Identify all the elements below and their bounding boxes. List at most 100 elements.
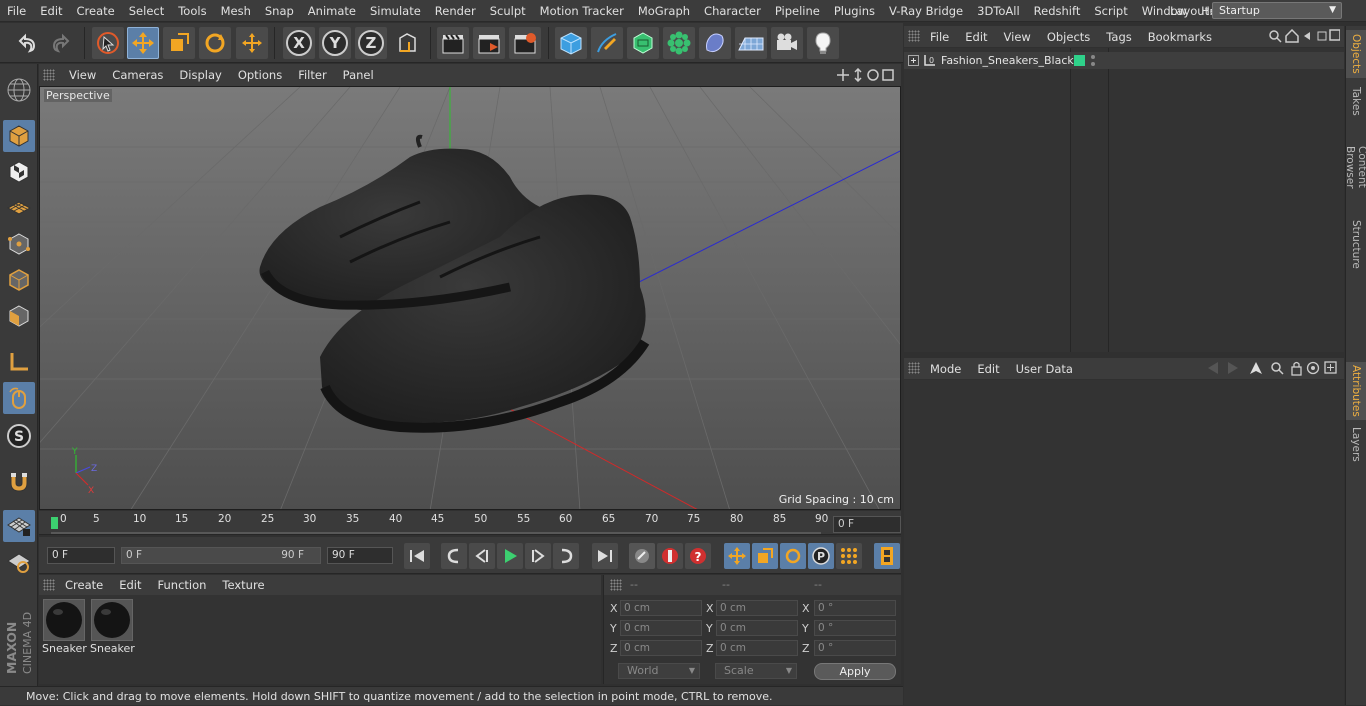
add-spline-pen-button[interactable] [591, 27, 623, 59]
object-menu-tags[interactable]: Tags [1098, 30, 1139, 44]
back-icon[interactable] [1304, 32, 1310, 40]
timeline-window-button[interactable] [874, 543, 900, 569]
locked-workplane-button[interactable] [3, 510, 35, 542]
visibility-dots-icon[interactable] [1090, 54, 1096, 67]
key-scale-button[interactable] [752, 543, 778, 569]
play-button[interactable] [497, 543, 523, 569]
panel-grip-icon[interactable] [610, 579, 622, 591]
scale-tool-button[interactable] [163, 27, 195, 59]
model-mode-button[interactable] [3, 120, 35, 152]
menu-tools[interactable]: Tools [171, 4, 213, 18]
next-frame-button[interactable] [525, 543, 551, 569]
end-frame-field[interactable]: 90 F [327, 547, 393, 564]
add-floor-button[interactable] [735, 27, 767, 59]
attribute-menu-user-data[interactable]: User Data [1008, 362, 1081, 376]
maximize-view-icon[interactable] [882, 69, 894, 81]
viewport-menu-display[interactable]: Display [171, 68, 229, 82]
menu-render[interactable]: Render [428, 4, 483, 18]
menu-edit[interactable]: Edit [33, 4, 69, 18]
menu-vray-bridge[interactable]: V-Ray Bridge [882, 4, 970, 18]
size-mode-select[interactable]: Scale ▼ [715, 663, 797, 679]
tweak-mode-button[interactable] [3, 382, 35, 414]
object-name[interactable]: Fashion_Sneakers_Black [941, 54, 1074, 67]
menu-plugins[interactable]: Plugins [827, 4, 882, 18]
rotation-p-field[interactable]: 0 ° [814, 620, 896, 636]
undo-button[interactable] [10, 27, 42, 59]
tab-content-browser[interactable]: Content Browser [1344, 124, 1366, 210]
x-axis-lock-button[interactable]: X [283, 27, 315, 59]
record-keys-button[interactable] [629, 543, 655, 569]
render-to-picture-viewer-button[interactable] [473, 27, 505, 59]
menu-mesh[interactable]: Mesh [214, 4, 258, 18]
object-menu-view[interactable]: View [996, 30, 1039, 44]
move-tool-button[interactable] [127, 27, 159, 59]
viewport-menu-options[interactable]: Options [230, 68, 290, 82]
expand-plus-icon[interactable] [908, 55, 919, 66]
panel-grip-icon[interactable] [908, 362, 920, 374]
panel-grip-icon[interactable] [43, 579, 55, 591]
tab-objects[interactable]: Objects [1346, 30, 1366, 78]
menu-simulate[interactable]: Simulate [363, 4, 428, 18]
add-light-button[interactable] [807, 27, 839, 59]
search-icon[interactable] [1269, 30, 1282, 43]
tab-structure[interactable]: Structure [1346, 214, 1366, 274]
previous-key-button[interactable] [441, 543, 467, 569]
position-z-field[interactable]: 0 cm [620, 640, 702, 656]
add-camera-button[interactable] [771, 27, 803, 59]
search-icon[interactable] [1271, 362, 1284, 375]
layout-select[interactable]: Startup ▼ [1212, 2, 1342, 19]
panel-grip-icon[interactable] [908, 30, 920, 42]
tab-takes[interactable]: Takes [1346, 81, 1366, 121]
back-arrow-icon[interactable] [1208, 362, 1218, 374]
add-deformer-button[interactable] [699, 27, 731, 59]
new-view-icon[interactable] [1317, 31, 1327, 41]
current-frame-field[interactable]: 0 F [833, 516, 901, 533]
make-editable-button[interactable] [3, 74, 35, 106]
menu-mograph[interactable]: MoGraph [631, 4, 697, 18]
menu-create[interactable]: Create [70, 4, 122, 18]
z-axis-lock-button[interactable]: Z [355, 27, 387, 59]
attribute-menu-edit[interactable]: Edit [969, 362, 1007, 376]
edge-mode-button[interactable] [3, 264, 35, 296]
menu-motion-tracker[interactable]: Motion Tracker [533, 4, 631, 18]
next-key-button[interactable] [553, 543, 579, 569]
object-menu-bookmarks[interactable]: Bookmarks [1140, 30, 1220, 44]
home-icon[interactable] [1285, 29, 1299, 43]
frame-range-slider[interactable]: 0 F 90 F [121, 547, 321, 564]
menu-file[interactable]: File [0, 4, 33, 18]
tab-layers[interactable]: Layers [1346, 424, 1366, 464]
menu-3dtoall[interactable]: 3DToAll [970, 4, 1027, 18]
render-view-button[interactable] [437, 27, 469, 59]
key-position-button[interactable] [724, 543, 750, 569]
material-menu-edit[interactable]: Edit [111, 578, 149, 592]
viewport-menu-cameras[interactable]: Cameras [104, 68, 171, 82]
layer-color-tag[interactable] [1074, 55, 1085, 66]
workplane-mode-button[interactable] [3, 192, 35, 224]
material-swatch[interactable]: Sneaker [90, 599, 135, 657]
polygon-mode-button[interactable] [3, 300, 35, 332]
new-manager-icon[interactable] [1324, 361, 1337, 374]
material-swatch[interactable]: Sneaker [42, 599, 87, 657]
object-menu-edit[interactable]: Edit [957, 30, 995, 44]
pan-icon[interactable] [837, 69, 849, 81]
size-z-field[interactable]: 0 cm [716, 640, 798, 656]
target-icon[interactable] [1306, 361, 1320, 375]
menu-pipeline[interactable]: Pipeline [768, 4, 827, 18]
viewport-camera-label[interactable]: Perspective [44, 89, 112, 102]
material-menu-texture[interactable]: Texture [214, 578, 272, 592]
key-rotation-button[interactable] [780, 543, 806, 569]
panel-grip-icon[interactable] [43, 69, 55, 81]
material-menu-function[interactable]: Function [150, 578, 215, 592]
apply-button[interactable]: Apply [814, 663, 896, 680]
timeline-ruler[interactable]: 0 5 10 15 20 25 30 35 40 45 50 55 60 65 … [39, 511, 901, 535]
lock-icon[interactable] [1291, 361, 1302, 376]
zoom-icon[interactable] [854, 68, 862, 82]
texture-mode-button[interactable] [3, 156, 35, 188]
enable-axis-button[interactable] [3, 346, 35, 378]
coordinate-system-button[interactable] [392, 27, 424, 59]
rotation-b-field[interactable]: 0 ° [814, 640, 896, 656]
viewport-menu-view[interactable]: View [61, 68, 104, 82]
keyframe-selection-button[interactable]: ? [685, 543, 711, 569]
object-menu-objects[interactable]: Objects [1039, 30, 1098, 44]
add-cloner-button[interactable] [663, 27, 695, 59]
